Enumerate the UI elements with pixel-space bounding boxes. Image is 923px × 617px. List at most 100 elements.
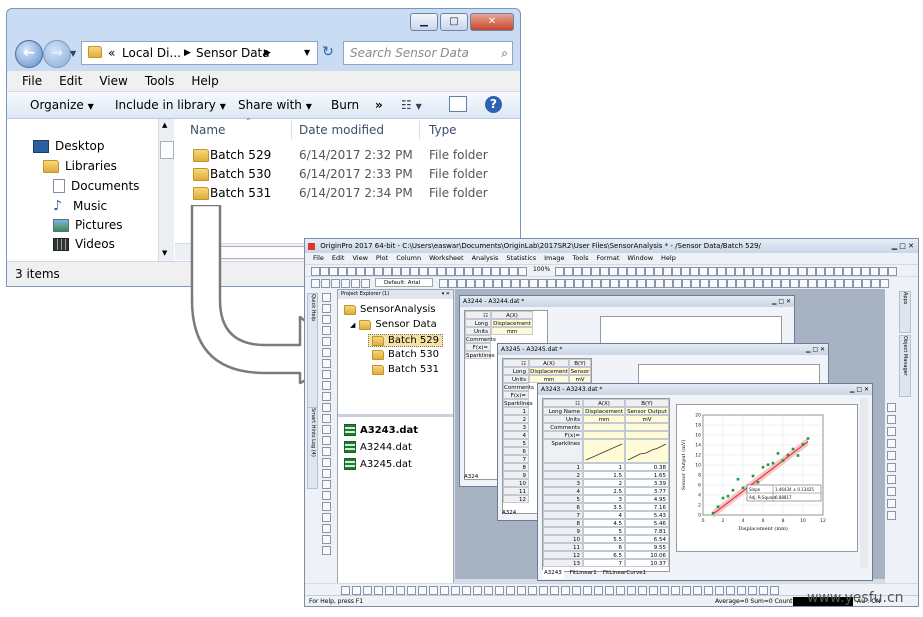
toolbar-button[interactable]	[870, 267, 879, 276]
tool-button[interactable]	[322, 370, 331, 379]
column-header[interactable]: A(X)	[491, 311, 533, 319]
table-cell[interactable]: 2.5	[583, 487, 625, 495]
view-options-icon[interactable]: ☷ ▼	[401, 92, 422, 120]
toolbar-button[interactable]	[663, 267, 672, 276]
toolbar-button[interactable]	[582, 267, 591, 276]
tool-button[interactable]	[887, 475, 896, 484]
toolbar-button[interactable]	[341, 586, 350, 595]
toolbar-button[interactable]	[437, 267, 446, 276]
table-cell[interactable]: 1.65	[625, 471, 669, 479]
toolbar-button[interactable]	[808, 279, 817, 288]
nav-libraries[interactable]: Libraries	[43, 159, 117, 173]
toolbar-button[interactable]	[737, 586, 746, 595]
tool-button[interactable]	[887, 463, 896, 472]
toolbar-button[interactable]	[446, 267, 455, 276]
toolbar-button[interactable]	[462, 586, 471, 595]
toolbar-button[interactable]	[715, 586, 724, 595]
toolbar-button[interactable]	[718, 279, 727, 288]
toolbar-button[interactable]	[565, 279, 574, 288]
table-cell[interactable]: 3.39	[625, 479, 669, 487]
toolbar-button[interactable]	[351, 279, 360, 288]
table-cell[interactable]: 1	[583, 463, 625, 471]
data-point[interactable]	[731, 488, 735, 492]
tool-button[interactable]	[887, 427, 896, 436]
toolbar-button[interactable]	[583, 279, 592, 288]
toolbar-button[interactable]	[671, 586, 680, 595]
origin-menu-edit[interactable]: Edit	[332, 253, 345, 264]
tool-button[interactable]	[322, 546, 331, 555]
toolbar-button[interactable]	[736, 279, 745, 288]
toolbar-button[interactable]	[844, 279, 853, 288]
data-point[interactable]	[741, 486, 745, 490]
tool-button[interactable]	[322, 535, 331, 544]
table-cell[interactable]: 6.54	[625, 535, 669, 543]
tool-button[interactable]	[322, 381, 331, 390]
organize-button[interactable]: Organize ▼	[30, 92, 94, 120]
toolbar-button[interactable]	[681, 267, 690, 276]
data-point[interactable]	[711, 511, 715, 515]
toolbar-button[interactable]	[843, 267, 852, 276]
back-button[interactable]: ←	[15, 40, 43, 68]
tool-button[interactable]	[887, 403, 896, 412]
toolbar-button[interactable]	[429, 586, 438, 595]
toolbar-button[interactable]	[700, 279, 709, 288]
origin-window-controls[interactable]: ▁ □ ✕	[892, 239, 914, 253]
data-point[interactable]	[756, 481, 760, 484]
toolbar-button[interactable]	[726, 586, 735, 595]
breadcrumb-arrow-icon[interactable]: ▶	[184, 42, 191, 64]
toolbar-button[interactable]	[672, 267, 681, 276]
toolbar-button[interactable]	[637, 279, 646, 288]
toolbar-button[interactable]	[506, 586, 515, 595]
toolbar-button[interactable]	[673, 279, 682, 288]
toolbar-button[interactable]	[717, 267, 726, 276]
cell[interactable]: Displacement	[529, 367, 569, 375]
table-cell[interactable]: 6	[583, 543, 625, 551]
toolbar-button[interactable]	[660, 586, 669, 595]
toolbar-button[interactable]	[708, 267, 717, 276]
data-point[interactable]	[736, 477, 740, 481]
tool-button[interactable]	[322, 403, 331, 412]
toolbar-button[interactable]	[583, 586, 592, 595]
toolbar-button[interactable]	[419, 267, 428, 276]
address-segment-local-disk[interactable]: Local Di...	[122, 42, 181, 64]
toolbar-button[interactable]	[753, 267, 762, 276]
cell[interactable]: Displacement	[583, 407, 625, 415]
table-cell[interactable]: 5.46	[625, 519, 669, 527]
table-cell[interactable]: 3.5	[583, 503, 625, 511]
toolbar-button[interactable]	[699, 267, 708, 276]
toolbar-button[interactable]	[600, 267, 609, 276]
toolbar-button[interactable]	[610, 279, 619, 288]
column-header-b[interactable]: B(Y)	[625, 399, 669, 407]
column-header-date[interactable]: Date modified	[299, 123, 384, 137]
toolbar-button[interactable]	[520, 279, 529, 288]
tool-button[interactable]	[322, 447, 331, 456]
tool-button[interactable]	[322, 326, 331, 335]
toolbar-button[interactable]	[502, 279, 511, 288]
data-point[interactable]	[776, 452, 780, 455]
toolbar-button[interactable]	[763, 279, 772, 288]
workbook-window-a3243[interactable]: A3243 - A3243.dat * ▁ □ ✕ ☷ A(X) B(Y) Lon…	[537, 383, 873, 581]
origin-menu-statistics[interactable]: Statistics	[506, 253, 536, 264]
splitter[interactable]	[338, 414, 453, 417]
tool-button[interactable]	[322, 293, 331, 302]
address-segment-sensor-data[interactable]: Sensor Data	[196, 42, 270, 64]
toolbar-button[interactable]	[448, 279, 457, 288]
zoom-level[interactable]: 100%	[533, 266, 550, 273]
toolbar-button[interactable]	[338, 267, 347, 276]
toolbar-button[interactable]	[726, 267, 735, 276]
tool-button[interactable]	[322, 337, 331, 346]
origin-menu-plot[interactable]: Plot	[376, 253, 388, 264]
data-point[interactable]	[806, 437, 810, 440]
cell[interactable]: mm	[529, 375, 569, 383]
toolbar-button[interactable]	[518, 267, 527, 276]
smart-hints-tab[interactable]: Smart Hints Log (4)	[307, 407, 318, 489]
toolbar-button[interactable]	[646, 279, 655, 288]
tree-item-batch-530[interactable]: Batch 530	[372, 349, 439, 360]
column-header-a[interactable]: A(X)	[583, 399, 625, 407]
table-cell[interactable]: 1.5	[583, 471, 625, 479]
toolbar-button[interactable]	[693, 586, 702, 595]
toolbar-button[interactable]	[509, 267, 518, 276]
toolbar-button[interactable]	[871, 279, 880, 288]
toolbar-button[interactable]	[609, 267, 618, 276]
data-point[interactable]	[801, 443, 805, 446]
